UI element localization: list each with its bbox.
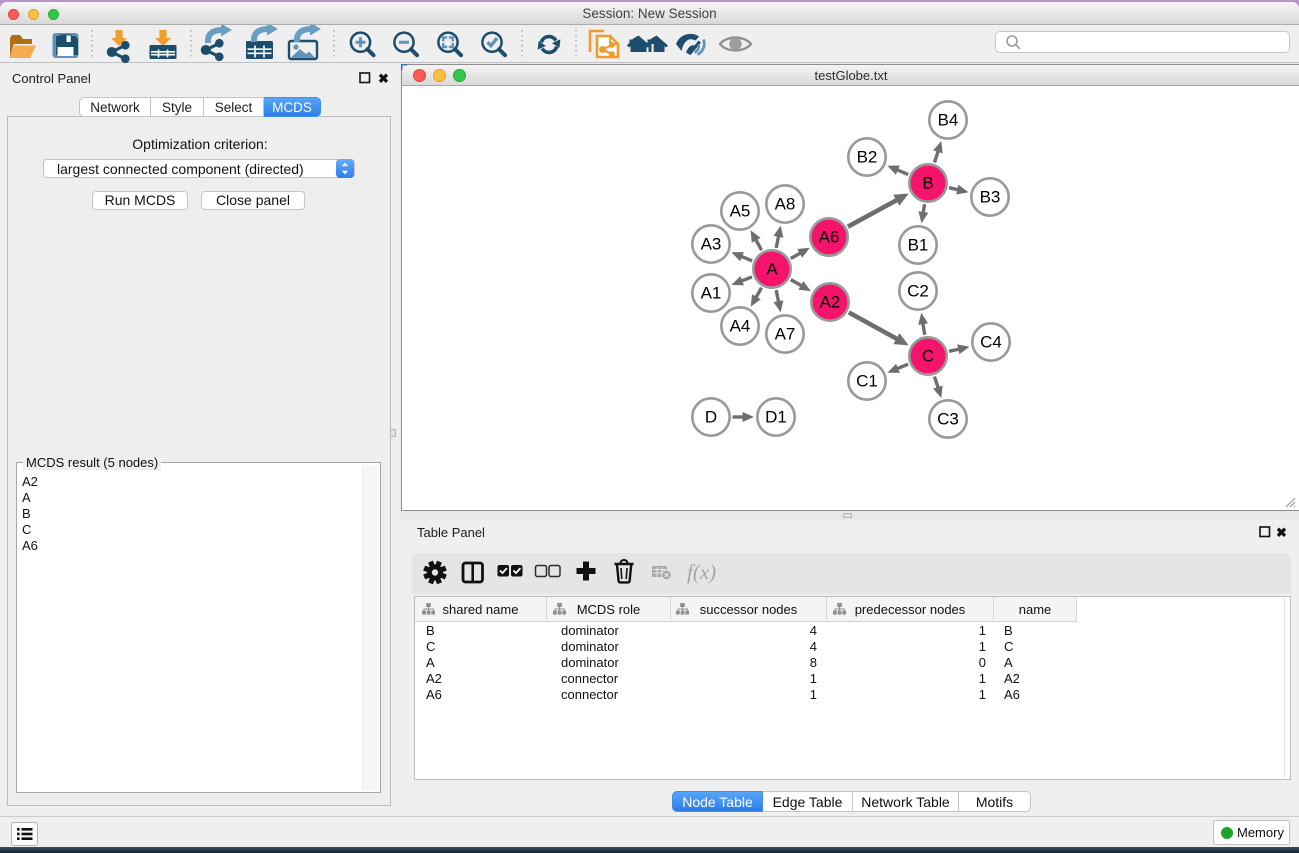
svg-text:C3: C3 — [937, 410, 959, 429]
svg-text:A1: A1 — [701, 284, 722, 303]
svg-text:A8: A8 — [775, 195, 796, 214]
svg-text:A2: A2 — [820, 293, 841, 312]
svg-text:C4: C4 — [980, 333, 1002, 352]
svg-text:B3: B3 — [980, 188, 1001, 207]
svg-text:A: A — [766, 260, 778, 279]
svg-text:A5: A5 — [730, 202, 751, 221]
svg-text:B4: B4 — [938, 111, 959, 130]
svg-text:C: C — [922, 347, 934, 366]
svg-text:B2: B2 — [857, 148, 878, 167]
svg-text:B1: B1 — [908, 236, 929, 255]
svg-text:✖: ✖ — [378, 71, 389, 86]
svg-text:f(x): f(x) — [687, 560, 716, 584]
svg-text:✖: ✖ — [1276, 525, 1287, 540]
svg-text:A7: A7 — [775, 325, 796, 344]
svg-text:D1: D1 — [765, 408, 787, 427]
svg-text:A6: A6 — [819, 228, 840, 247]
svg-text:A3: A3 — [701, 235, 722, 254]
svg-text:D: D — [705, 408, 717, 427]
svg-text:B: B — [922, 174, 933, 193]
svg-text:C1: C1 — [856, 372, 878, 391]
svg-text:C2: C2 — [907, 282, 929, 301]
svg-text:A4: A4 — [730, 317, 751, 336]
